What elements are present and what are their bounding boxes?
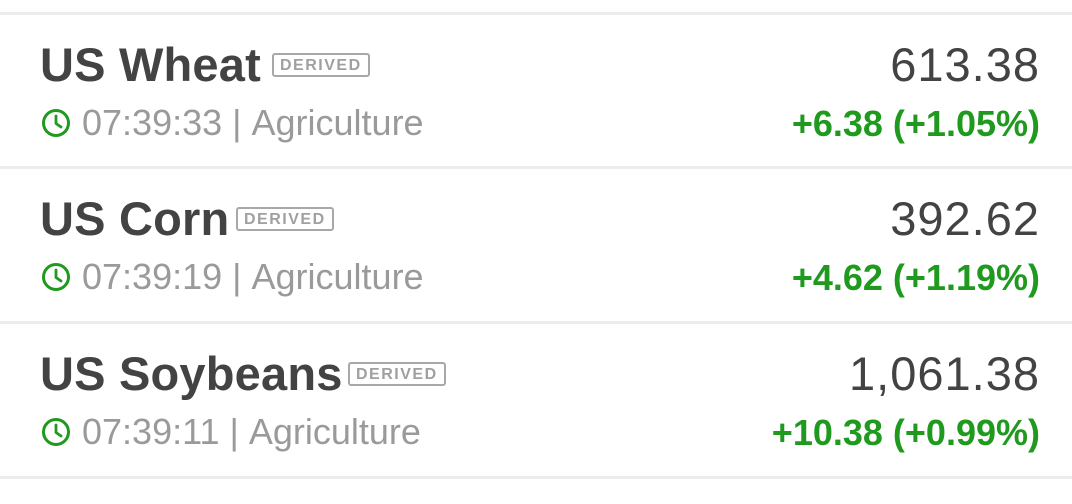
price-value: 392.62 xyxy=(890,192,1040,245)
meta-separator: | xyxy=(229,411,239,452)
commodity-name: US Wheat xyxy=(40,38,261,91)
price-change: +10.38 (+0.99%) xyxy=(771,412,1040,453)
commodity-meta: 07:39:11 | Agriculture xyxy=(40,411,421,452)
commodity-name: US Soybeans xyxy=(40,347,343,400)
commodity-row-us-wheat[interactable]: US Wheat DERIVED 07:39:33 | Agriculture … xyxy=(0,15,1072,165)
category-label: Agriculture xyxy=(251,256,424,297)
commodity-row-us-corn[interactable]: US Corn DERIVED 07:39:19 | Agriculture 3… xyxy=(0,169,1072,319)
meta-separator: | xyxy=(232,102,242,143)
meta-separator: | xyxy=(232,256,242,297)
update-time: 07:39:11 xyxy=(82,411,220,452)
derived-badge: DERIVED xyxy=(348,362,446,386)
commodity-meta: 07:39:33 | Agriculture xyxy=(40,102,424,143)
derived-badge: DERIVED xyxy=(272,53,370,77)
update-time: 07:39:33 xyxy=(82,102,223,143)
clock-icon xyxy=(42,109,70,137)
price-change: +6.38 (+1.05%) xyxy=(791,103,1040,144)
price-value: 613.38 xyxy=(890,38,1040,91)
commodity-row-us-soybeans[interactable]: US Soybeans DERIVED 07:39:11 | Agricultu… xyxy=(0,324,1072,474)
commodity-meta: 07:39:19 | Agriculture xyxy=(40,256,424,297)
category-label: Agriculture xyxy=(251,102,424,143)
category-label: Agriculture xyxy=(248,411,421,452)
commodity-list: US Wheat DERIVED 07:39:33 | Agriculture … xyxy=(0,0,1072,504)
price-value: 1,061.38 xyxy=(849,347,1040,400)
divider xyxy=(0,476,1072,479)
commodity-name: US Corn xyxy=(40,192,230,245)
update-time: 07:39:19 xyxy=(82,256,223,297)
clock-icon xyxy=(42,263,70,291)
price-change: +4.62 (+1.19%) xyxy=(791,257,1040,298)
clock-icon xyxy=(42,418,70,446)
derived-badge: DERIVED xyxy=(236,207,334,231)
